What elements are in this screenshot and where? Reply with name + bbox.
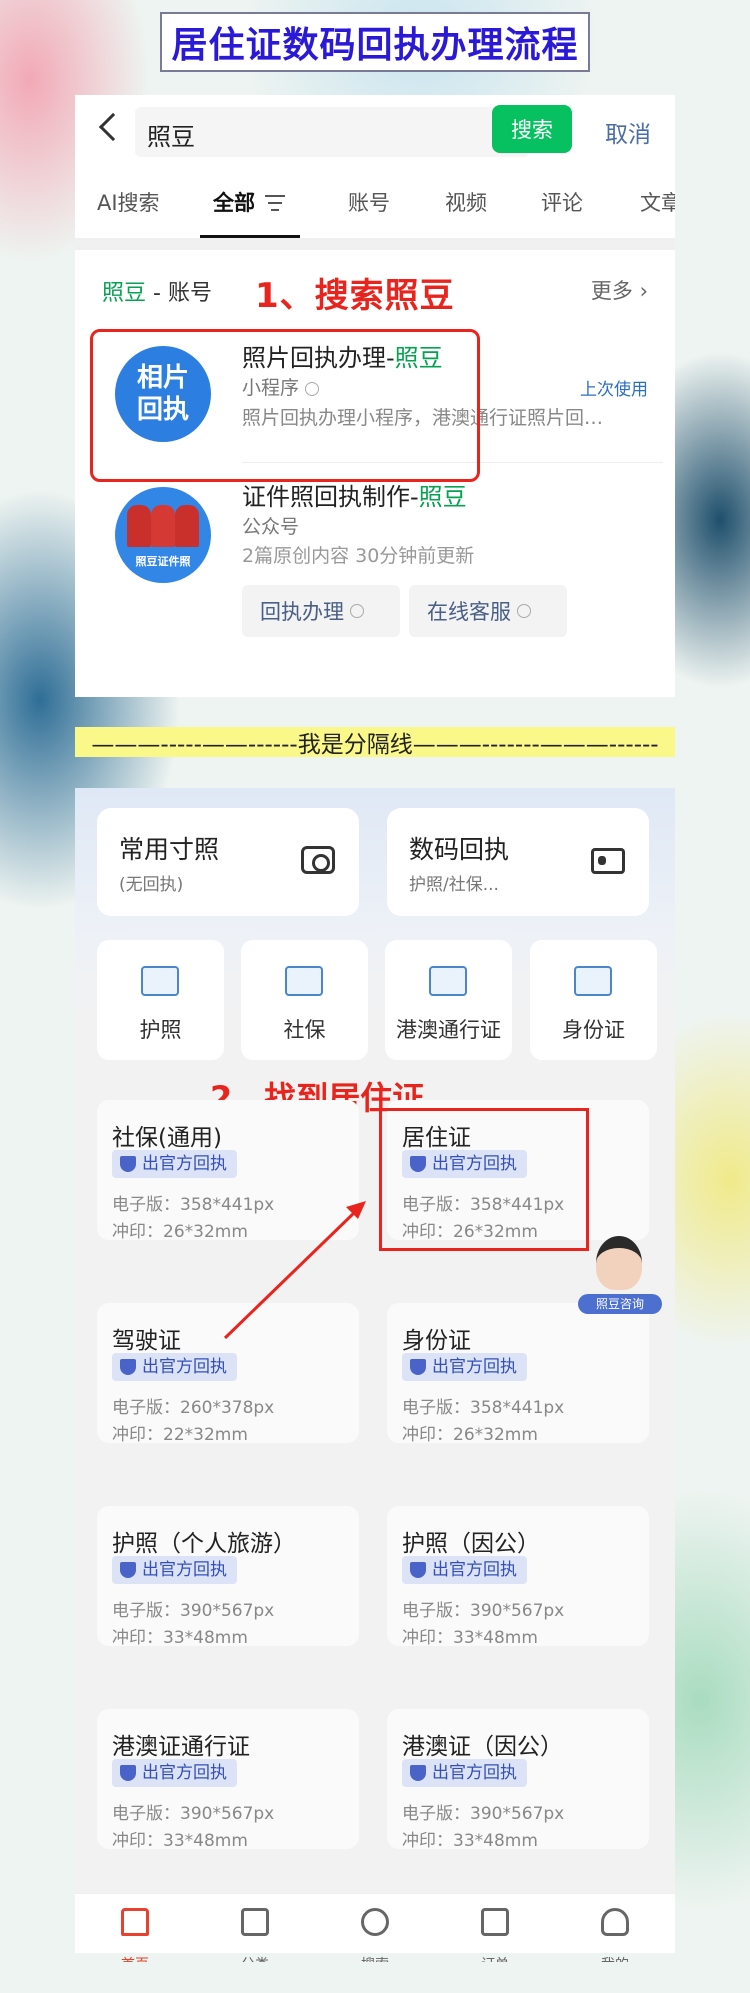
app-home-panel: 常用寸照 (无回执) 数码回执 护照/社保... 护照 社保 港澳通行证 身份证…: [75, 788, 675, 1953]
result-title: 证件照回执制作-照豆: [242, 483, 467, 511]
doc-item[interactable]: 社保(通用) 出官方回执 电子版：358*441px 冲印：26*32mm: [97, 1100, 359, 1242]
tab-videos[interactable]: 视频: [445, 187, 487, 217]
official-receipt-badge: 出官方回执: [112, 1759, 237, 1787]
category-id-card[interactable]: 身份证: [530, 940, 657, 1060]
camera-icon: [301, 846, 335, 874]
official-receipt-badge: 出官方回执: [402, 1353, 527, 1381]
back-arrow-icon[interactable]: [98, 112, 128, 142]
search-bar: 照豆 搜索 取消: [75, 95, 675, 165]
chevron-right-icon: ›: [639, 279, 648, 303]
step1-annotation: 1、搜索照豆: [255, 276, 455, 316]
search-button[interactable]: 搜索: [492, 105, 572, 153]
nav-home[interactable]: 首页: [115, 1902, 155, 1962]
category-hk-macau-permit[interactable]: 港澳通行证: [385, 940, 512, 1060]
highlight-box-step1: [90, 329, 480, 482]
doc-item[interactable]: 驾驶证 出官方回执 电子版：260*378px 冲印：22*32mm: [97, 1303, 359, 1445]
page-title: 居住证数码回执办理流程: [160, 12, 590, 72]
passport-icon: [141, 966, 179, 996]
search-tabs: AI搜索 全部 账号 视频 评论 文章: [75, 175, 675, 235]
doc-item[interactable]: 港澳证（因公） 出官方回执 电子版：390*567px 冲印：33*48mm: [387, 1709, 649, 1851]
nav-category[interactable]: 分类: [235, 1902, 275, 1962]
official-receipt-badge: 出官方回执: [402, 1759, 527, 1787]
cancel-button[interactable]: 取消: [605, 115, 651, 149]
home-icon: [121, 1908, 149, 1936]
doc-item[interactable]: 港澳证通行证 出官方回执 电子版：390*567px 冲印：33*48mm: [97, 1709, 359, 1851]
official-account-logo: 照豆证件照: [115, 487, 211, 583]
tab-accounts[interactable]: 账号: [348, 187, 390, 217]
official-receipt-badge: 出官方回执: [112, 1353, 237, 1381]
filter-icon[interactable]: [265, 195, 285, 211]
id-card-icon: [574, 966, 612, 996]
result-type: 公众号: [242, 516, 300, 538]
official-receipt-badge: 出官方回执: [402, 1556, 527, 1584]
nav-search[interactable]: 搜索: [355, 1902, 395, 1962]
tab-ai-search[interactable]: AI搜索: [97, 187, 160, 217]
permit-icon: [429, 966, 467, 996]
tab-comments[interactable]: 评论: [541, 187, 583, 217]
category-social-security[interactable]: 社保: [241, 940, 368, 1060]
social-security-icon: [285, 966, 323, 996]
search-input[interactable]: 照豆: [135, 107, 530, 157]
card-digital-receipt[interactable]: 数码回执 护照/社保...: [387, 808, 649, 916]
verified-icon: [517, 604, 531, 618]
verified-icon: [350, 604, 364, 618]
search-query: 照豆: [147, 123, 195, 151]
doc-item[interactable]: 护照（个人旅游） 出官方回执 电子版：390*567px 冲印：33*48mm: [97, 1506, 359, 1648]
last-used-label: 上次使用: [580, 380, 648, 400]
divider: [75, 238, 675, 250]
bottom-nav: 首页 分类 搜索 订单 我的: [75, 1893, 675, 1962]
category-passport[interactable]: 护照: [97, 940, 224, 1060]
result-desc: 2篇原创内容 30分钟前更新: [242, 545, 475, 567]
list-search-icon: [241, 1908, 269, 1936]
nav-orders[interactable]: 订单: [475, 1902, 515, 1962]
service-button-receipt[interactable]: 回执办理: [242, 585, 400, 637]
separator-banner: ———-----——------我是分隔线———-------———------: [75, 727, 675, 757]
tab-articles[interactable]: 文章: [640, 187, 675, 217]
doc-item[interactable]: 护照（因公） 出官方回执 电子版：390*567px 冲印：33*48mm: [387, 1506, 649, 1648]
card-common-photo[interactable]: 常用寸照 (无回执): [97, 808, 359, 916]
highlight-box-step2: [379, 1108, 589, 1251]
user-icon: [601, 1908, 629, 1936]
service-button-support[interactable]: 在线客服: [409, 585, 567, 637]
nav-me[interactable]: 我的: [595, 1902, 635, 1962]
search-icon: [361, 1908, 389, 1936]
consult-label: 照豆咨询: [578, 1294, 662, 1314]
consult-float-button[interactable]: 照豆咨询: [578, 1236, 662, 1318]
avatar: [596, 1236, 642, 1290]
official-receipt-badge: 出官方回执: [112, 1556, 237, 1584]
doc-item[interactable]: 身份证 出官方回执 电子版：358*441px 冲印：26*32mm: [387, 1303, 649, 1445]
document-icon: [481, 1908, 509, 1936]
official-receipt-badge: 出官方回执: [112, 1150, 237, 1178]
tab-all[interactable]: 全部: [213, 187, 255, 217]
id-card-icon: [591, 848, 625, 874]
section-header: 照豆 - 账号: [102, 281, 212, 306]
more-link[interactable]: 更多 ›: [591, 275, 648, 305]
